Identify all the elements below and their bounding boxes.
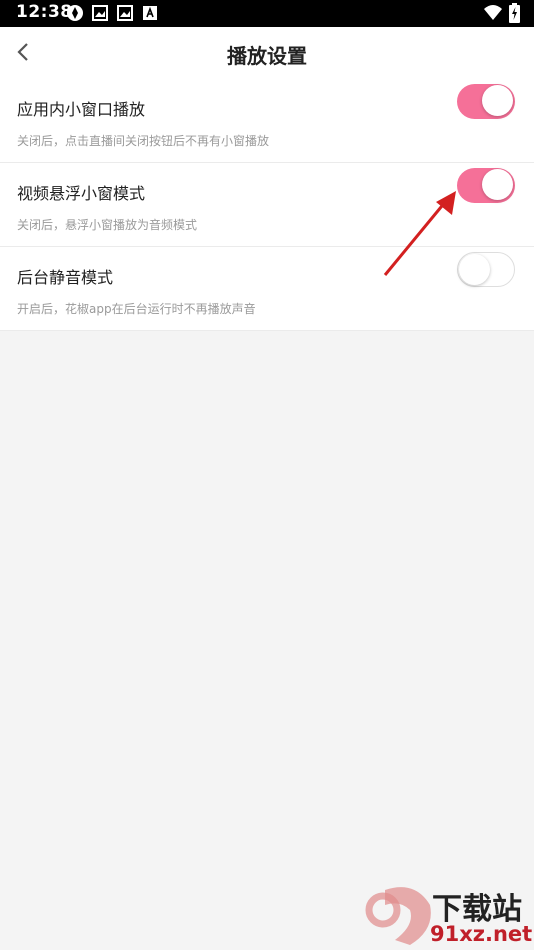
app-header: 播放设置 xyxy=(0,27,534,79)
toggle-knob xyxy=(459,254,490,285)
setting-description: 开启后，花椒app在后台运行时不再播放声音 xyxy=(17,302,256,316)
status-bar: 12:38 xyxy=(0,0,534,27)
in-app-mini-window-toggle[interactable] xyxy=(457,84,515,119)
setting-label: 后台静音模式 xyxy=(17,268,114,287)
image-icon xyxy=(92,5,108,21)
background-mute-toggle[interactable] xyxy=(457,252,515,287)
setting-label: 应用内小窗口播放 xyxy=(17,100,146,119)
setting-row-in-app-mini-window: 应用内小窗口播放 关闭后，点击直播间关闭按钮后不再有小窗播放 xyxy=(0,79,534,163)
annotation-arrow-icon xyxy=(383,191,456,276)
toggle-knob xyxy=(482,169,513,200)
a-icon xyxy=(143,6,157,20)
image-icon xyxy=(117,5,133,21)
status-time: 12:38 xyxy=(16,2,73,22)
wifi-icon xyxy=(484,5,502,20)
battery-charging-icon xyxy=(509,3,520,23)
setting-description: 关闭后，悬浮小窗播放为音频模式 xyxy=(17,218,198,232)
floating-mini-window-toggle[interactable] xyxy=(457,168,515,203)
setting-label: 视频悬浮小窗模式 xyxy=(17,184,146,203)
setting-description: 关闭后，点击直播间关闭按钮后不再有小窗播放 xyxy=(17,134,270,148)
watermark-url: 91xz.net xyxy=(430,922,533,946)
page-title: 播放设置 xyxy=(227,44,307,68)
toggle-knob xyxy=(482,85,513,116)
sync-icon xyxy=(67,5,83,21)
